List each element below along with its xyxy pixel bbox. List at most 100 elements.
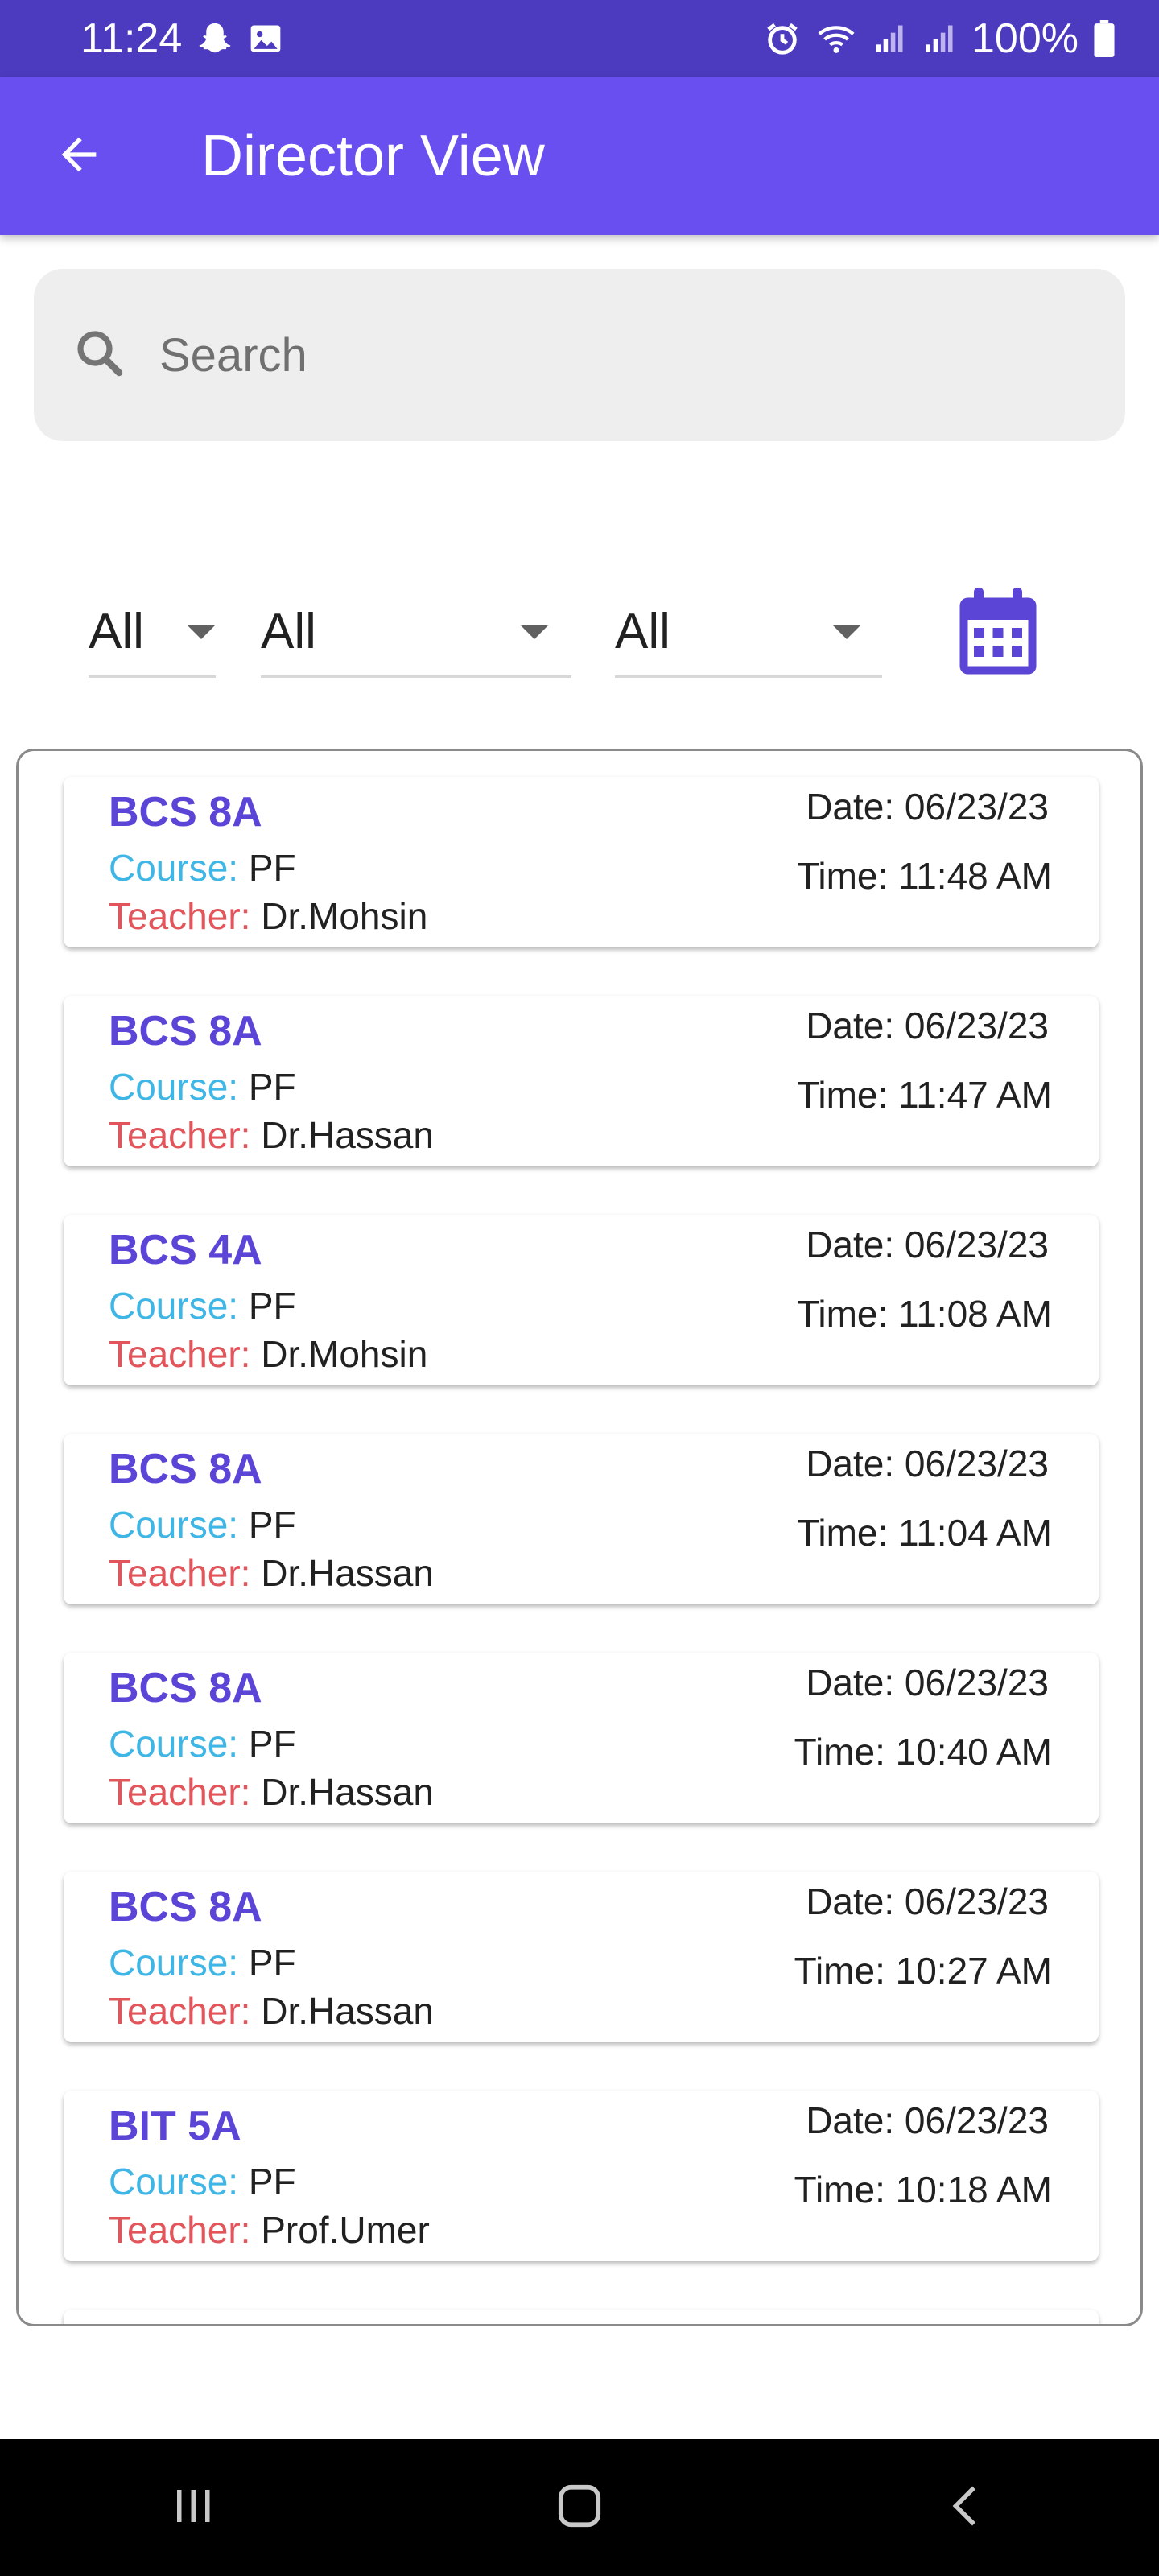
filter-value: All (615, 604, 670, 659)
record-time: Time: 11:48 AM (796, 855, 1052, 897)
teacher-line: Teacher: Dr.Mohsin (109, 1332, 427, 1376)
status-right: 100% (764, 14, 1116, 63)
teacher-label: Teacher: (109, 1552, 251, 1594)
filter-value: All (89, 604, 144, 659)
course-line: Course: PF (109, 846, 296, 890)
chevron-down-icon (520, 624, 549, 639)
course-label: Course: (109, 1504, 239, 1546)
teacher-value: Dr.Hassan (261, 1114, 434, 1156)
record-date: Date: 06/23/23 (806, 786, 1049, 828)
record-time: Time: 10:27 AM (794, 1950, 1052, 1992)
search-input[interactable]: Search (34, 269, 1125, 441)
teacher-line: Teacher: Dr.Hassan (109, 1989, 434, 2033)
teacher-value: Prof.Umer (261, 2209, 430, 2251)
record-date: Date: 06/23/23 (806, 1662, 1049, 1703)
course-value: PF (248, 1942, 296, 1984)
record-card[interactable]: BCS 8A Course: PF Teacher: Dr.Hassan Dat… (64, 1872, 1099, 2042)
class-name: BCS 4A (109, 1227, 262, 1274)
status-bar: 11:24 100% (0, 0, 1159, 77)
teacher-label: Teacher: (109, 2209, 251, 2251)
calendar-icon (958, 588, 1038, 679)
app-bar: Director View (0, 77, 1159, 235)
back-arrow-icon (53, 129, 105, 184)
date-picker-button[interactable] (958, 588, 1038, 676)
record-time: Time: 11:04 AM (796, 1512, 1052, 1554)
class-name: BCS 8A (109, 1008, 262, 1055)
course-value: PF (248, 847, 296, 889)
recents-icon[interactable] (169, 2482, 217, 2534)
record-card[interactable]: BCS 8A Course: PF Teacher: Dr.Hassan Dat… (64, 996, 1099, 1166)
record-card-partial[interactable] (64, 2310, 1099, 2324)
page-title: Director View (201, 124, 545, 188)
gallery-icon (248, 21, 283, 56)
battery-icon (1093, 20, 1116, 57)
chevron-down-icon (832, 624, 861, 639)
record-card[interactable]: BCS 8A Course: PF Teacher: Dr.Mohsin Dat… (64, 777, 1099, 947)
course-value: PF (248, 1066, 296, 1108)
course-line: Course: PF (109, 1941, 296, 1984)
record-card[interactable]: BCS 8A Course: PF Teacher: Dr.Hassan Dat… (64, 1653, 1099, 1823)
class-name: BCS 8A (109, 789, 262, 836)
teacher-label: Teacher: (109, 895, 251, 937)
records-list[interactable]: BCS 8A Course: PF Teacher: Dr.Mohsin Dat… (16, 749, 1143, 2326)
record-date: Date: 06/23/23 (806, 2099, 1049, 2141)
course-value: PF (248, 1723, 296, 1765)
teacher-line: Teacher: Dr.Hassan (109, 1113, 434, 1157)
course-label: Course: (109, 1723, 239, 1765)
back-button[interactable] (0, 77, 158, 235)
course-label: Course: (109, 1942, 239, 1984)
filter-dropdown-2[interactable]: All (261, 588, 571, 678)
back-icon[interactable] (942, 2482, 990, 2534)
signal-icon (872, 21, 907, 56)
teacher-line: Teacher: Prof.Umer (109, 2208, 430, 2252)
record-date: Date: 06/23/23 (806, 1443, 1049, 1484)
home-icon[interactable] (555, 2481, 604, 2535)
system-nav-bar (0, 2439, 1159, 2576)
teacher-label: Teacher: (109, 1771, 251, 1813)
teacher-value: Dr.Hassan (261, 1771, 434, 1813)
course-value: PF (248, 1285, 296, 1327)
status-left: 11:24 (80, 14, 283, 63)
record-date: Date: 06/23/23 (806, 1005, 1049, 1046)
teacher-line: Teacher: Dr.Hassan (109, 1770, 434, 1814)
teacher-label: Teacher: (109, 1990, 251, 2032)
course-label: Course: (109, 1285, 239, 1327)
teacher-label: Teacher: (109, 1114, 251, 1156)
course-line: Course: PF (109, 2160, 296, 2203)
record-time: Time: 11:08 AM (796, 1293, 1052, 1335)
search-placeholder: Search (159, 328, 307, 382)
record-time: Time: 10:18 AM (794, 2169, 1052, 2211)
record-card[interactable]: BIT 5A Course: PF Teacher: Prof.Umer Dat… (64, 2091, 1099, 2261)
record-card[interactable]: BCS 4A Course: PF Teacher: Dr.Mohsin Dat… (64, 1215, 1099, 1385)
class-name: BCS 8A (109, 1446, 262, 1492)
course-line: Course: PF (109, 1722, 296, 1765)
class-name: BIT 5A (109, 2103, 241, 2149)
course-label: Course: (109, 847, 239, 889)
record-date: Date: 06/23/23 (806, 1880, 1049, 1922)
record-time: Time: 11:47 AM (796, 1074, 1052, 1116)
snapchat-icon (196, 20, 233, 57)
signal-icon (922, 21, 957, 56)
record-date: Date: 06/23/23 (806, 1224, 1049, 1265)
teacher-label: Teacher: (109, 1333, 251, 1375)
course-label: Course: (109, 2161, 239, 2202)
battery-percent: 100% (971, 15, 1079, 62)
alarm-icon (764, 20, 801, 57)
course-line: Course: PF (109, 1284, 296, 1327)
record-time: Time: 10:40 AM (794, 1731, 1052, 1773)
filter-value: All (261, 604, 316, 659)
teacher-value: Dr.Hassan (261, 1990, 434, 2032)
class-name: BCS 8A (109, 1884, 262, 1930)
status-time: 11:24 (80, 15, 183, 62)
course-value: PF (248, 1504, 296, 1546)
filter-dropdown-3[interactable]: All (615, 588, 882, 678)
chevron-down-icon (187, 624, 216, 639)
teacher-value: Dr.Mohsin (261, 1333, 428, 1375)
teacher-value: Dr.Hassan (261, 1552, 434, 1594)
course-value: PF (248, 2161, 296, 2202)
course-line: Course: PF (109, 1503, 296, 1546)
filter-dropdown-1[interactable]: All (89, 588, 216, 678)
record-card[interactable]: BCS 8A Course: PF Teacher: Dr.Hassan Dat… (64, 1434, 1099, 1604)
course-line: Course: PF (109, 1065, 296, 1108)
teacher-line: Teacher: Dr.Mohsin (109, 894, 427, 938)
